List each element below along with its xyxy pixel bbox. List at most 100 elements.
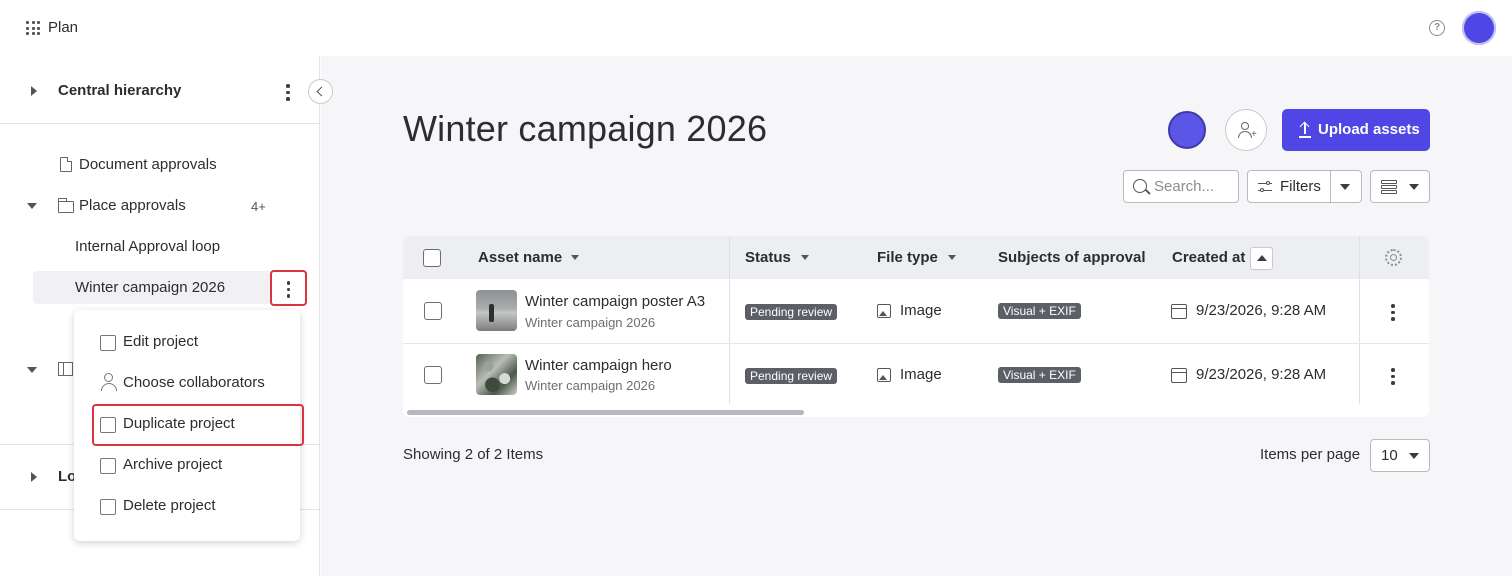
- filters-separator: [1330, 171, 1331, 202]
- items-per-page-value: 10: [1381, 447, 1398, 464]
- sort-caret-icon[interactable]: [571, 255, 579, 260]
- asset-name[interactable]: Winter campaign hero: [525, 357, 672, 374]
- items-per-page-label: Items per page: [1260, 446, 1361, 463]
- more-vertical-icon: [286, 281, 291, 298]
- collapse-icon[interactable]: [27, 203, 37, 209]
- column-created-at[interactable]: Created at: [1172, 249, 1245, 266]
- chevron-down-icon: [1409, 184, 1419, 190]
- folder-icon: [57, 198, 74, 213]
- sort-caret-icon[interactable]: [801, 255, 809, 260]
- table-row[interactable]: Winter campaign poster A3 Winter campaig…: [403, 279, 1429, 343]
- row-checkbox[interactable]: [424, 366, 442, 384]
- document-icon: [60, 157, 72, 172]
- filters-label: Filters: [1280, 178, 1321, 195]
- project-context-menu: Edit project Choose collaborators Duplic…: [74, 310, 300, 541]
- sort-ascending-button[interactable]: [1250, 247, 1273, 270]
- menu-item-archive-project[interactable]: Archive project: [74, 448, 300, 484]
- calendar-icon: [1171, 368, 1187, 383]
- created-at: 9/23/2026, 9:28 AM: [1196, 302, 1327, 319]
- calendar-icon: [1171, 304, 1187, 319]
- page-title: Winter campaign 2026: [403, 108, 768, 149]
- sliders-icon: [1258, 180, 1272, 193]
- filters-button[interactable]: Filters: [1247, 170, 1362, 203]
- filters-dropdown-icon[interactable]: [1340, 184, 1350, 190]
- archive-icon: [100, 458, 116, 474]
- duplicate-icon: [100, 417, 116, 433]
- select-all-checkbox[interactable]: [423, 249, 441, 267]
- created-at: 9/23/2026, 9:28 AM: [1196, 366, 1327, 383]
- row-more-icon[interactable]: [1391, 304, 1395, 321]
- add-collaborator-button[interactable]: +: [1225, 109, 1267, 151]
- edit-icon: [100, 335, 116, 351]
- table-row[interactable]: Winter campaign hero Winter campaign 202…: [403, 343, 1429, 407]
- column-asset-name[interactable]: Asset name: [478, 249, 562, 266]
- sidebar-item-count: 4+: [251, 199, 266, 214]
- status-badge: Pending review: [745, 304, 838, 320]
- upload-assets-button[interactable]: Upload assets: [1282, 109, 1430, 151]
- view-mode-button[interactable]: [1370, 170, 1430, 203]
- asset-project: Winter campaign 2026: [525, 315, 656, 330]
- menu-item-label: Delete project: [123, 497, 216, 514]
- sidebar-item-internal-approval-loop[interactable]: Internal Approval loop: [75, 238, 220, 255]
- row-checkbox[interactable]: [424, 302, 442, 320]
- project-avatar[interactable]: [1168, 111, 1206, 149]
- assets-table: Asset name Status File type Subjects of …: [403, 236, 1429, 417]
- list-view-icon: [1381, 180, 1397, 194]
- table-header: Asset name Status File type Subjects of …: [403, 236, 1429, 279]
- menu-item-label: Edit project: [123, 333, 199, 350]
- column-status[interactable]: Status: [745, 249, 791, 266]
- board-icon: [58, 362, 73, 376]
- chevron-down-icon: [1409, 453, 1419, 459]
- sidebar-item-place-approvals[interactable]: Place approvals: [79, 197, 186, 214]
- image-icon: [877, 368, 891, 382]
- divider: [0, 123, 320, 124]
- app-grid-icon[interactable]: [26, 21, 40, 35]
- row-more-icon[interactable]: [1391, 368, 1395, 385]
- subjects-badge: Visual + EXIF: [998, 367, 1081, 383]
- menu-item-duplicate-project[interactable]: Duplicate project: [74, 407, 300, 443]
- help-circle-icon[interactable]: ?: [1429, 20, 1445, 36]
- menu-item-choose-collaborators[interactable]: Choose collaborators: [74, 366, 300, 402]
- menu-item-label: Choose collaborators: [123, 374, 265, 391]
- file-type: Image: [900, 302, 942, 319]
- horizontal-scrollbar[interactable]: [407, 410, 804, 415]
- plus-icon: +: [1251, 129, 1257, 140]
- asset-thumbnail[interactable]: [476, 290, 517, 331]
- user-avatar[interactable]: [1462, 11, 1496, 45]
- asset-project: Winter campaign 2026: [525, 378, 656, 393]
- column-file-type[interactable]: File type: [877, 249, 938, 266]
- menu-item-label: Archive project: [123, 456, 223, 473]
- menu-item-edit-project[interactable]: Edit project: [74, 325, 300, 361]
- sidebar-item-winter-campaign[interactable]: Winter campaign 2026: [75, 279, 225, 296]
- app-name[interactable]: Plan: [48, 19, 78, 36]
- person-icon: [101, 373, 117, 391]
- asset-thumbnail[interactable]: [476, 354, 517, 395]
- sidebar-item-document-approvals[interactable]: Document approvals: [79, 156, 217, 173]
- collapse-sidebar-button[interactable]: [308, 79, 333, 104]
- column-subjects-of-approval[interactable]: Subjects of approval: [998, 249, 1146, 266]
- add-person-icon-body: [1238, 131, 1252, 138]
- section-central-hierarchy[interactable]: Central hierarchy: [58, 82, 181, 99]
- collapse-icon[interactable]: [27, 367, 37, 373]
- upload-assets-label: Upload assets: [1318, 121, 1420, 138]
- asset-name[interactable]: Winter campaign poster A3: [525, 293, 705, 310]
- expand-icon[interactable]: [31, 472, 37, 482]
- search-input[interactable]: [1154, 178, 1234, 195]
- sort-caret-icon[interactable]: [948, 255, 956, 260]
- top-bar: Plan ?: [0, 0, 1512, 56]
- expand-icon[interactable]: [31, 86, 37, 96]
- search-field[interactable]: [1123, 170, 1239, 203]
- section-more-icon[interactable]: [286, 84, 290, 101]
- trash-icon: [100, 499, 116, 515]
- add-person-icon: [1241, 122, 1249, 130]
- search-icon: [1133, 179, 1147, 193]
- status-badge: Pending review: [745, 368, 838, 384]
- file-type: Image: [900, 366, 942, 383]
- image-icon: [877, 304, 891, 318]
- pagination-summary: Showing 2 of 2 Items: [403, 446, 544, 463]
- project-more-button[interactable]: [270, 270, 307, 306]
- subjects-badge: Visual + EXIF: [998, 303, 1081, 319]
- menu-item-delete-project[interactable]: Delete project: [74, 489, 300, 525]
- items-per-page-select[interactable]: 10: [1370, 439, 1430, 472]
- gear-icon[interactable]: [1385, 249, 1402, 266]
